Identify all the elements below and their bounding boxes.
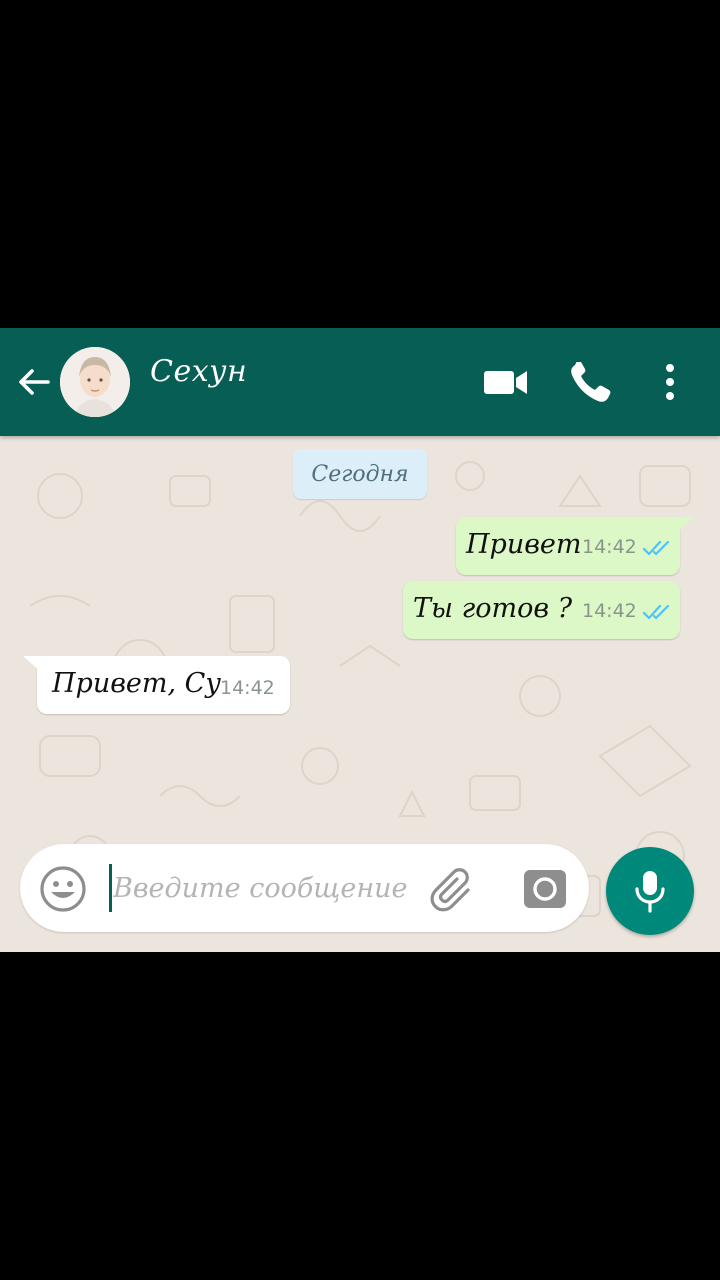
message-bubble-outgoing[interactable]: Привет 14:42	[456, 517, 694, 575]
paperclip-icon[interactable]	[430, 864, 480, 914]
phone-icon[interactable]	[567, 362, 613, 402]
read-ticks-icon	[642, 540, 670, 556]
message-text: Привет, Су	[52, 668, 222, 699]
message-time: 14:42	[582, 600, 637, 622]
video-camera-icon[interactable]	[482, 362, 528, 402]
message-bubble-incoming[interactable]: Привет, Су 14:42	[23, 656, 290, 714]
message-text: Ты готов ?	[413, 593, 573, 624]
phone-screen: Сехун Сегодня Привет 14:42 Ты готов ? 14…	[0, 0, 720, 1280]
voice-record-button[interactable]	[606, 847, 694, 935]
message-time: 14:42	[582, 536, 637, 558]
message-composer	[20, 844, 589, 932]
message-bubble-outgoing[interactable]: Ты готов ? 14:42	[403, 581, 680, 639]
camera-icon[interactable]	[522, 866, 568, 912]
chat-header: Сехун	[0, 328, 720, 436]
chat-window: Сехун Сегодня Привет 14:42 Ты готов ? 14…	[0, 328, 720, 952]
bubble-tail	[23, 656, 41, 672]
contact-name[interactable]: Сехун	[150, 354, 247, 389]
message-text: Привет	[466, 529, 582, 560]
contact-avatar[interactable]	[60, 347, 130, 417]
text-cursor	[109, 864, 112, 912]
emoji-smile-icon[interactable]	[38, 864, 88, 914]
bubble-tail	[676, 517, 694, 533]
more-vertical-icon[interactable]	[652, 362, 688, 402]
microphone-icon	[635, 871, 665, 913]
back-arrow-icon[interactable]	[14, 362, 54, 402]
date-separator: Сегодня	[293, 449, 427, 499]
message-input[interactable]	[113, 862, 413, 914]
read-ticks-icon	[642, 604, 670, 620]
message-time: 14:42	[220, 677, 275, 699]
